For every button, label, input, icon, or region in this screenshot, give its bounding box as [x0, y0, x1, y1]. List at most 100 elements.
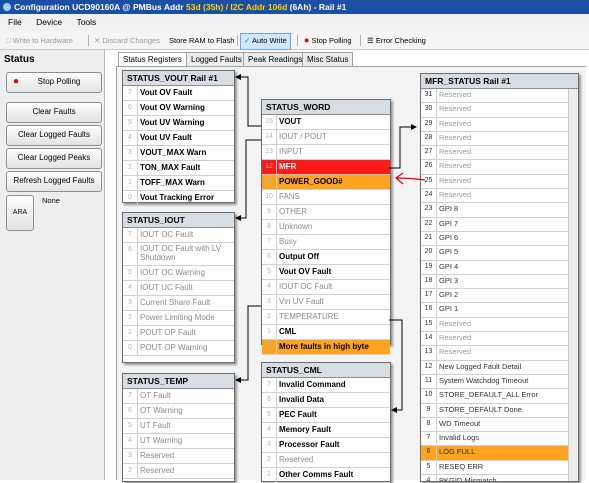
bit-number: 7: [262, 378, 277, 392]
bit-number: 6: [123, 404, 138, 418]
bit-label: Invalid Logs: [439, 433, 480, 443]
clear-logged-peaks-button[interactable]: Clear Logged Peaks: [6, 148, 102, 169]
mfr-status-bit-row: 8 WD Timeout: [421, 417, 568, 433]
mfr-status-scrollbar[interactable]: [568, 89, 578, 481]
bit-number: 15: [262, 115, 277, 129]
bit-label: Current Share Fault: [140, 298, 211, 307]
status-word-bit-row: 14 IOUT / POUT: [262, 130, 390, 145]
mfr-status-bit-row: 16 GPI 1: [421, 303, 568, 318]
status-word-bit-row: 5 Vout OV Fault: [262, 265, 390, 280]
refresh-logged-faults-button[interactable]: Refresh Logged Faults: [6, 171, 102, 192]
bit-label: UT Fault: [140, 421, 171, 430]
bit-label: Reserved: [439, 161, 472, 171]
clear-faults-button[interactable]: Clear Faults: [6, 102, 102, 123]
bit-label: OT Warning: [140, 406, 183, 415]
store-ram-to-flash-button[interactable]: Store RAM to Flash: [166, 33, 237, 48]
bit-label: PKGID Mismatch: [439, 476, 497, 482]
tab-misc-status[interactable]: Misc Status: [302, 52, 354, 67]
status-vout-bit-row: 6 Vout OV Warning: [123, 101, 234, 116]
store-ram-label: Store RAM to Flash: [169, 36, 235, 45]
auto-write-toggle[interactable]: ✓ Auto Write: [240, 33, 291, 50]
bit-number: 3: [262, 438, 277, 452]
tab-logged-faults[interactable]: Logged Faults: [186, 52, 247, 67]
status-word-bit-row: 2 TEMPERATURE: [262, 310, 390, 325]
mfr-status-bit-row: 25 Reserved: [421, 174, 568, 190]
mfr-status-bit-row: 22 GPI 7: [421, 217, 568, 232]
bit-label: IOUT UC Fault: [140, 283, 193, 292]
bit-label: System Watchdog Timeout: [439, 375, 529, 385]
bit-number: 5: [123, 419, 138, 433]
bit-number: 6: [421, 446, 437, 460]
mfr-status-bit-row: 14 Reserved: [421, 332, 568, 347]
toolbar-divider: [360, 35, 361, 46]
status-word-bit-row: 1 CML: [262, 325, 390, 340]
menu-device[interactable]: Device: [36, 17, 62, 27]
bit-label: Vin UV Fault: [279, 297, 324, 306]
ara-value: None: [42, 196, 60, 205]
mfr-status-bit-row: 17 GPI 2: [421, 289, 568, 304]
menu-tools[interactable]: Tools: [76, 17, 96, 27]
bit-number: 4: [262, 423, 277, 437]
bit-number: 22: [421, 217, 437, 231]
mfr-status-bit-row: 21 GPI 6: [421, 231, 568, 247]
stop-polling-toolbar-button[interactable]: ● Stop Polling: [301, 33, 355, 48]
bit-label: Vout OV Warning: [140, 103, 205, 112]
bit-number: 12: [421, 360, 437, 374]
error-checking-button[interactable]: ☰ Error Checking: [364, 33, 429, 48]
stop-polling-button[interactable]: ● Stop Polling: [6, 72, 102, 93]
bit-label: GPI 3: [439, 275, 459, 285]
bit-number: 0: [262, 340, 277, 354]
bit-number: 5: [123, 116, 138, 130]
bit-number: 5: [262, 408, 277, 422]
status-vout-title: STATUS_VOUT Rail #1: [123, 71, 234, 86]
discard-changes-button[interactable]: ✕ Discard Changes: [91, 33, 163, 48]
mfr-status-bit-row: 4 PKGID Mismatch: [421, 475, 568, 482]
bit-label: Invalid Command: [279, 380, 346, 389]
bit-number: 3: [123, 449, 138, 463]
status-cml-box: STATUS_CML 7 Invalid Command 6 Invalid Data…: [261, 362, 391, 483]
bit-number: 30: [421, 103, 437, 117]
write-icon: □: [6, 36, 11, 45]
bit-number: 10: [262, 190, 277, 204]
bit-number: 3: [123, 146, 138, 160]
bit-label: Vout OV Fault: [140, 88, 193, 97]
bit-number: 2: [262, 310, 277, 324]
stop-icon: ●: [304, 35, 310, 45]
bit-number: 4: [262, 280, 277, 294]
mfr-status-rows: 31 Reserved 30 Reserved 29 Reserved 28 Reserved…: [421, 89, 568, 482]
status-vout-rows: 7 Vout OV Fault 6 Vout OV Warning 5 Vout UV W…: [123, 86, 234, 206]
status-word-box: STATUS_WORD 15 VOUT 14 IOUT / POUT 13 INPUT 12…: [261, 99, 391, 355]
bit-number: 7: [421, 432, 437, 446]
menu-file[interactable]: File: [8, 17, 22, 27]
bit-label: OT Fault: [140, 391, 171, 400]
bit-label: GPI 5: [439, 247, 459, 257]
status-vout-bit-row: 4 Vout UV Fault: [123, 131, 234, 146]
status-word-title: STATUS_WORD: [262, 100, 390, 115]
bit-label: Memory Fault: [279, 425, 332, 434]
status-cml-bit-row: 2 Reserved: [262, 453, 390, 468]
status-cml-bit-row: 6 Invalid Data: [262, 393, 390, 408]
bit-label: TOFF_MAX Warn: [140, 178, 205, 187]
bit-label: Reserved: [439, 118, 472, 128]
mfr-status-bit-row: 23 GPI 8: [421, 203, 568, 218]
status-vout-bit-row: 7 Vout OV Fault: [123, 86, 234, 101]
bit-number: 2: [123, 161, 138, 175]
bit-label: INPUT: [279, 147, 303, 156]
status-temp-bit-row: 6 OT Warning: [123, 404, 234, 419]
status-temp-box: STATUS_TEMP 7 OT Fault 6 OT Warning 5 UT Faul…: [122, 373, 235, 482]
window-title-prefix: Configuration UCD90160A @ PMBus Addr: [14, 2, 187, 12]
error-checking-label: Error Checking: [375, 36, 426, 45]
clear-logged-faults-button[interactable]: Clear Logged Faults: [6, 125, 102, 146]
bit-label: GPI 2: [439, 290, 459, 300]
bit-number: 7: [262, 235, 277, 249]
status-cml-bit-row: 5 PEC Fault: [262, 408, 390, 423]
status-iout-rows: 7 IOUT OC Fault 6 IOUT OC Fault with LV Shu…: [123, 228, 234, 356]
mfr-status-bit-row: 28 Reserved: [421, 131, 568, 147]
ara-button[interactable]: ARA: [6, 195, 34, 231]
bit-label: Other Comms Fault: [279, 470, 354, 479]
bit-label: STORE_DEFAULT Done: [439, 404, 522, 414]
bit-number: 16: [421, 303, 437, 317]
tab-peak-readings[interactable]: Peak Readings: [243, 52, 308, 67]
write-to-hardware-button[interactable]: □ Write to Hardware: [3, 33, 76, 48]
bit-label: Reserved: [439, 147, 472, 157]
